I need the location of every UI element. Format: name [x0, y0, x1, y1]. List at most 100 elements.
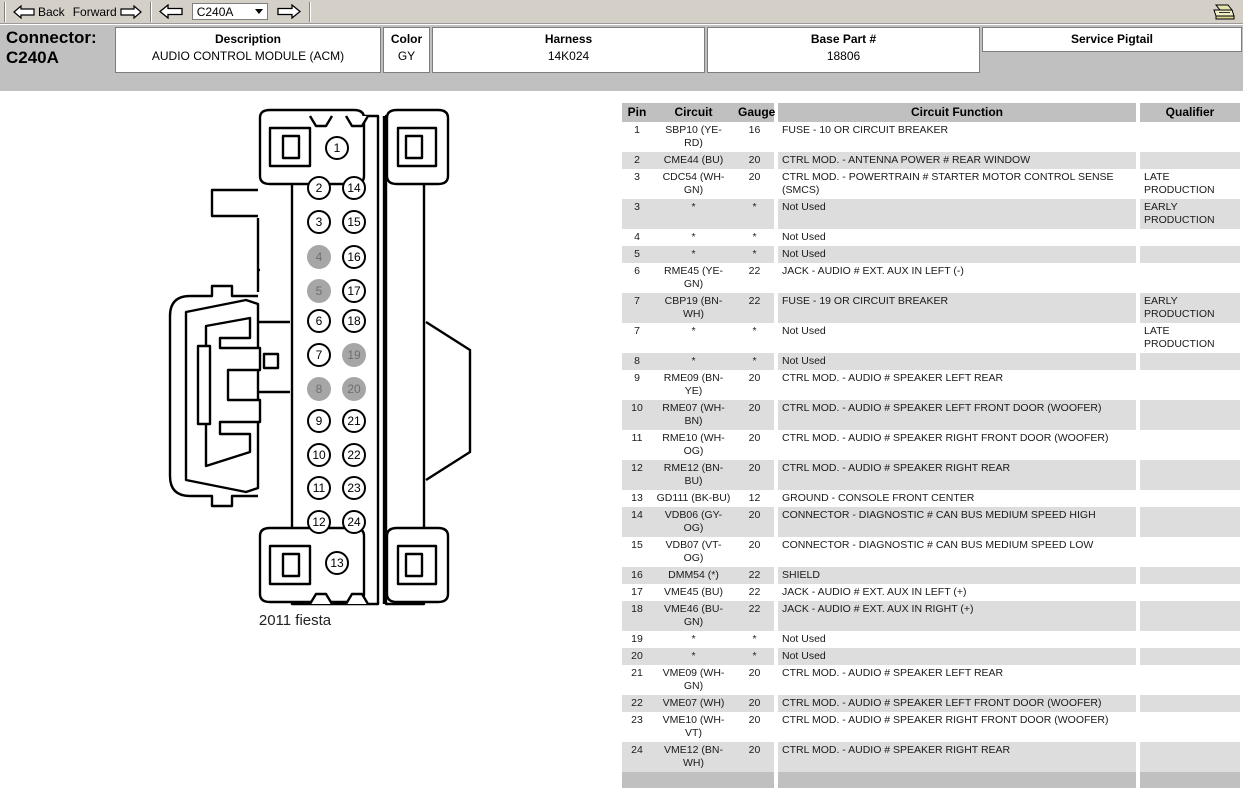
print-button[interactable]	[1211, 2, 1237, 22]
pin-number: 14	[347, 181, 361, 195]
cell-function: JACK - AUDIO # EXT. AUX IN LEFT (-)	[778, 263, 1136, 293]
cell-pin	[622, 772, 652, 788]
pin-number: 16	[347, 250, 361, 264]
cell-pin: 19	[622, 631, 652, 648]
pin-circle-16: 16	[342, 245, 366, 269]
table-header-row: Pin Circuit Gauge Circuit Function Quali…	[622, 103, 1240, 122]
cell-pin: 6	[622, 263, 652, 293]
cell-gauge: *	[735, 229, 774, 246]
cell-circuit: GD111 (BK-BU)	[652, 490, 735, 507]
cell-qualifier	[1140, 152, 1240, 169]
pin-circle-8: 8	[307, 377, 331, 401]
diagram-caption: 2011 fiesta	[258, 612, 332, 629]
cell-circuit	[652, 772, 735, 788]
harness-cell: Harness 14K024	[432, 27, 705, 73]
pin-circle-9: 9	[307, 409, 331, 433]
pin-circle-23: 23	[342, 476, 366, 500]
cell-function: CONNECTOR - DIAGNOSTIC # CAN BUS MEDIUM …	[778, 537, 1136, 567]
pin-number: 5	[315, 284, 323, 298]
table-row: 19 * * Not Used	[622, 631, 1240, 648]
cell-function: CTRL MOD. - AUDIO # SPEAKER LEFT FRONT D…	[778, 695, 1136, 712]
table-row: 1 SBP10 (YE-RD) 16 FUSE - 10 OR CIRCUIT BRE…	[622, 122, 1240, 152]
pin-number: 4	[315, 250, 323, 264]
cell-function: CTRL MOD. - AUDIO # SPEAKER LEFT REAR	[778, 665, 1136, 695]
pin-circle-14: 14	[342, 176, 366, 200]
pin-circle-2: 2	[307, 176, 331, 200]
cell-gauge: *	[735, 353, 774, 370]
description-cell: Description AUDIO CONTROL MODULE (ACM)	[115, 27, 381, 73]
cell-qualifier	[1140, 229, 1240, 246]
cell-gauge: 22	[735, 584, 774, 601]
cell-circuit: CME44 (BU)	[652, 152, 735, 169]
table-row: 16 DMM54 (*) 22 SHIELD	[622, 567, 1240, 584]
cell-qualifier	[1140, 567, 1240, 584]
cell-function: JACK - AUDIO # EXT. AUX IN LEFT (+)	[778, 584, 1136, 601]
pin-number: 7	[315, 348, 323, 362]
service-pigtail-title: Service Pigtail	[1070, 32, 1154, 46]
cell-gauge: 20	[735, 400, 774, 430]
connector-select-value: C240A	[196, 4, 234, 19]
cell-pin: 15	[622, 537, 652, 567]
table-row: 22 VME07 (WH) 20 CTRL MOD. - AUDIO # SPEAKE…	[622, 695, 1240, 712]
cell-circuit: RME45 (YE-GN)	[652, 263, 735, 293]
cell-function: GROUND - CONSOLE FRONT CENTER	[778, 490, 1136, 507]
cell-function: CONNECTOR - DIAGNOSTIC # CAN BUS MEDIUM …	[778, 507, 1136, 537]
pin-number: 20	[347, 382, 361, 396]
cell-pin: 5	[622, 246, 652, 263]
pin-circle-24: 24	[342, 510, 366, 534]
table-row: 10 RME07 (WH-BN) 20 CTRL MOD. - AUDIO # SPE…	[622, 400, 1240, 430]
table-row: 3 CDC54 (WH-GN) 20 CTRL MOD. - POWERTRAIN #…	[622, 169, 1240, 199]
cell-qualifier	[1140, 400, 1240, 430]
pin-number: 12	[312, 515, 326, 529]
cell-qualifier: LATE PRODUCTION	[1140, 323, 1240, 353]
cell-gauge: 16	[735, 122, 774, 152]
pin-number: 8	[315, 382, 323, 396]
cell-qualifier	[1140, 507, 1240, 537]
pin-circle-18: 18	[342, 309, 366, 333]
cell-qualifier	[1140, 460, 1240, 490]
connector-select[interactable]: C240A	[191, 3, 268, 20]
cell-qualifier: LATE PRODUCTION	[1140, 169, 1240, 199]
cell-qualifier	[1140, 584, 1240, 601]
pin-circle-1: 1	[325, 136, 349, 160]
pin-circle-22: 22	[342, 443, 366, 467]
table-row: 20 * * Not Used	[622, 648, 1240, 665]
cell-pin: 10	[622, 400, 652, 430]
next-connector-button[interactable]	[273, 2, 305, 22]
pin-number: 13	[330, 556, 344, 570]
pin-number: 23	[347, 481, 361, 495]
cell-pin: 14	[622, 507, 652, 537]
connector-header: Connector: C240A Description AUDIO CONTR…	[0, 25, 1243, 76]
cell-pin: 8	[622, 353, 652, 370]
prev-connector-button[interactable]	[155, 2, 187, 22]
cell-gauge: 20	[735, 695, 774, 712]
cell-gauge: 20	[735, 537, 774, 567]
cell-gauge: 20	[735, 152, 774, 169]
cell-gauge: 22	[735, 601, 774, 631]
chevron-down-icon	[254, 9, 263, 14]
pin-number: 9	[315, 414, 323, 428]
pin-circle-3: 3	[307, 210, 331, 234]
cell-function: CTRL MOD. - AUDIO # SPEAKER LEFT REAR	[778, 370, 1136, 400]
cell-function: CTRL MOD. - AUDIO # SPEAKER RIGHT FRONT …	[778, 430, 1136, 460]
cell-pin: 11	[622, 430, 652, 460]
cell-gauge: 20	[735, 430, 774, 460]
col-header-qualifier: Qualifier	[1140, 103, 1240, 122]
pin-circle-13: 13	[325, 551, 349, 575]
service-pigtail-cell: Service Pigtail	[982, 27, 1242, 52]
cell-gauge: 20	[735, 665, 774, 695]
back-label: Back	[38, 4, 65, 19]
pin-number: 18	[347, 314, 361, 328]
toolbar-divider-2	[149, 1, 151, 22]
cell-gauge: 20	[735, 370, 774, 400]
pin-number: 15	[347, 215, 361, 229]
cell-qualifier	[1140, 122, 1240, 152]
cell-gauge: 22	[735, 293, 774, 323]
forward-button[interactable]: Forward	[69, 2, 146, 22]
harness-value: 14K024	[547, 49, 590, 63]
right-arrow-icon	[277, 4, 301, 19]
color-value: GY	[397, 49, 416, 63]
cell-pin: 17	[622, 584, 652, 601]
cell-pin: 9	[622, 370, 652, 400]
back-button[interactable]: Back	[9, 2, 69, 22]
